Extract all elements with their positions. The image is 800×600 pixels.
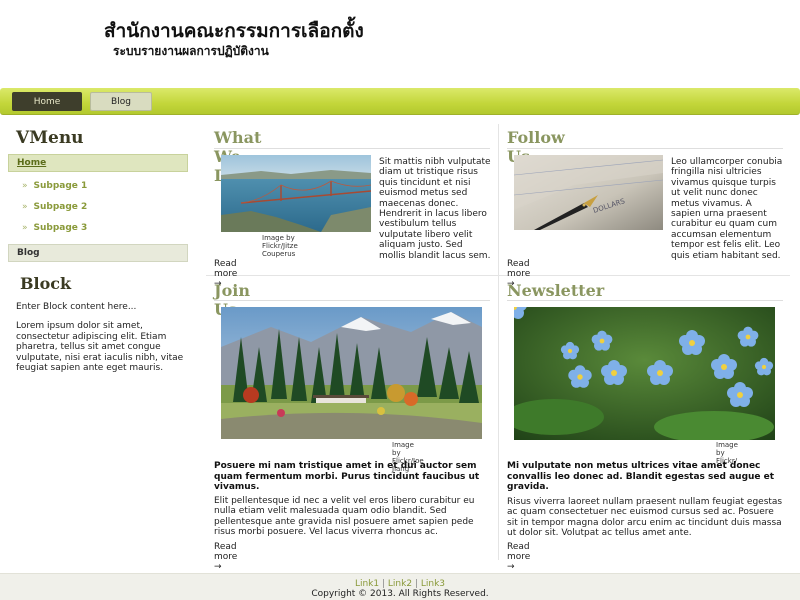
site-slogan: ระบบรายงานผลการปฏิบัติงาน: [113, 44, 269, 58]
bridge-image: [221, 155, 371, 232]
newsletter-text: Risus viverra laoreet nullam praesent nu…: [507, 497, 783, 539]
footer-link-1[interactable]: Link1: [355, 579, 379, 589]
main-nav: Home Blog: [0, 88, 800, 115]
vmenu-title: VMenu: [16, 128, 84, 148]
title-rule: [507, 148, 783, 149]
bullet-icon: »: [22, 181, 28, 191]
read-more-link[interactable]: Read more →: [507, 542, 530, 572]
sidebar: VMenu Home » Subpage 1 » Subpage 2 » Subpag…: [0, 118, 196, 574]
title-rule: [214, 300, 490, 301]
column-divider: [498, 124, 499, 560]
vmenu-item-blog[interactable]: Blog: [8, 244, 188, 262]
nav-item-blog[interactable]: Blog: [90, 92, 152, 111]
join-us-text: Elit pellentesque id nec a velit vel ero…: [214, 496, 475, 538]
read-more-link[interactable]: Read more →: [214, 542, 237, 572]
footer-separator: |: [381, 579, 386, 589]
join-us-lead: Posuere mi nam tristique amet in et dui …: [214, 461, 480, 493]
image-caption: Image by Flickr/Jitze Couperus: [262, 234, 298, 258]
bullet-icon: »: [22, 223, 28, 233]
title-rule: [507, 300, 783, 301]
footer-links: Link1 | Link2 | Link3: [0, 579, 800, 589]
block-text-intro: Enter Block content here...: [16, 302, 137, 312]
vmenu-item-label: Subpage 2: [33, 202, 88, 212]
flowers-image: [514, 307, 775, 440]
follow-us-text: Leo ullamcorper conubia fringilla nisi u…: [671, 157, 783, 261]
copyright-text: Copyright © 2013. All Rights Reserved.: [311, 589, 489, 599]
footer-link-2[interactable]: Link2: [388, 579, 412, 589]
block-title: Block: [20, 274, 72, 293]
bullet-icon: »: [22, 202, 28, 212]
vmenu-item-subpage-1[interactable]: » Subpage 1: [22, 181, 87, 191]
cheque-pen-image: DOLLARS: [514, 155, 663, 230]
what-we-do-text: Sit mattis nibh vulputate diam ut tristi…: [379, 157, 491, 261]
vmenu-item-label: Subpage 1: [33, 181, 88, 191]
title-rule: [214, 148, 490, 149]
block-text-body: Lorem ipsum dolor sit amet, consectetur …: [16, 321, 184, 373]
newsletter-title: Newsletter: [507, 281, 605, 300]
site-header: สำนักงานคณะกรรมการเลือกตั้ง ระบบรายงานผล…: [0, 0, 800, 88]
vmenu-item-label: Subpage 3: [33, 223, 88, 233]
footer-separator: |: [414, 579, 418, 589]
vmenu-item-subpage-3[interactable]: » Subpage 3: [22, 223, 87, 233]
newsletter-lead: Mi vulputate non metus ultrices vitae am…: [507, 461, 775, 493]
landscape-image: [221, 307, 482, 439]
site-footer: Link1 | Link2 | Link3 Copyright © 2013. …: [0, 573, 800, 600]
vmenu-item-home[interactable]: Home: [8, 154, 188, 172]
footer-link-3[interactable]: Link3: [421, 579, 445, 589]
nav-item-home[interactable]: Home: [12, 92, 82, 111]
row-divider: [206, 275, 790, 276]
vmenu-item-subpage-2[interactable]: » Subpage 2: [22, 202, 87, 212]
